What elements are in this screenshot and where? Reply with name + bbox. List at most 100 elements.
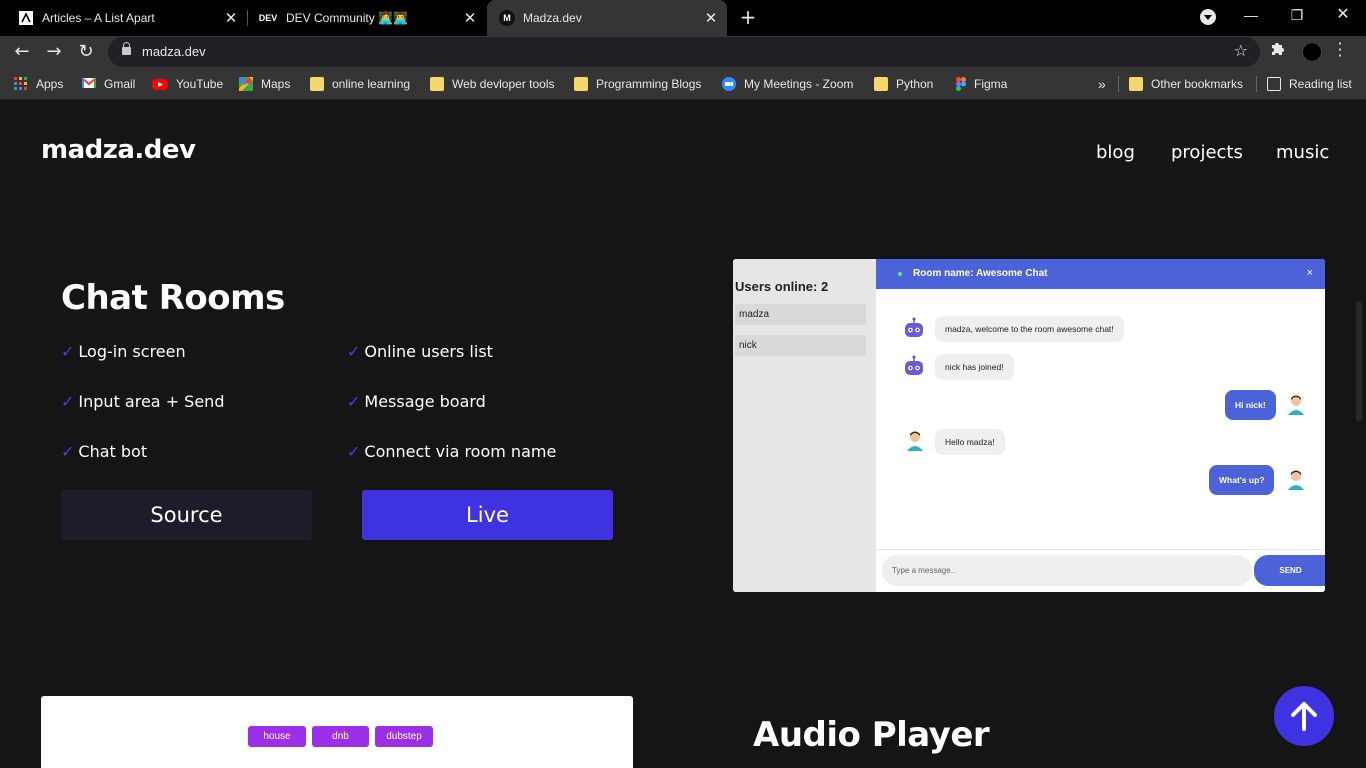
audio-player-preview[interactable]: house dnb dubstep — [41, 696, 633, 768]
feature-label: Connect via room name — [364, 442, 557, 461]
tab-dev-community[interactable]: DEV DEV Community 👩‍💻👨‍💻 ✕ — [248, 0, 486, 36]
nav-music[interactable]: music — [1276, 142, 1329, 163]
youtube-icon — [152, 78, 168, 90]
bookmark-python[interactable]: Python — [874, 68, 933, 100]
url-text[interactable]: madza.dev — [142, 44, 206, 59]
bookmark-zoom[interactable]: My Meetings - Zoom — [722, 68, 853, 100]
tab-madza-dev[interactable]: M Madza.dev ✕ — [487, 0, 727, 36]
user-avatar-icon — [1288, 470, 1304, 490]
bookmark-label: My Meetings - Zoom — [744, 77, 854, 91]
project-title: Audio Player — [753, 715, 990, 755]
bookmark-youtube[interactable]: YouTube — [152, 68, 223, 100]
nav-projects[interactable]: projects — [1171, 142, 1243, 163]
lock-icon[interactable] — [122, 42, 131, 55]
bot-avatar-icon — [905, 355, 923, 375]
tab-title: DEV Community 👩‍💻👨‍💻 — [286, 11, 408, 25]
bookmark-gmail[interactable]: Gmail — [81, 68, 135, 100]
reading-list-icon — [1267, 77, 1281, 91]
page-scrollbar[interactable] — [1356, 301, 1362, 421]
check-icon: ✓ — [61, 392, 75, 411]
scroll-to-top-button[interactable] — [1274, 686, 1334, 746]
bookmarks-bar: Apps Gmail YouTube Maps online learning … — [0, 68, 1366, 100]
chat-message-input: Type a message.. — [882, 555, 1252, 586]
minimize-button[interactable]: — — [1228, 0, 1274, 30]
bookmark-web-developer-tools[interactable]: Web devloper tools — [430, 68, 555, 100]
bookmark-online-learning[interactable]: online learning — [310, 68, 410, 100]
nav-blog[interactable]: blog — [1096, 142, 1135, 163]
bookmark-figma[interactable]: Figma — [956, 68, 1007, 100]
bookmark-label: Programming Blogs — [596, 77, 702, 91]
folder-icon — [430, 77, 444, 91]
bookmarks-overflow-button[interactable]: » — [1098, 68, 1106, 100]
chat-message: Hi nick! — [1225, 390, 1276, 420]
users-online-count: Users online: 2 — [735, 279, 829, 294]
close-tab-icon[interactable]: ✕ — [701, 9, 721, 27]
apps-grid-icon — [14, 77, 28, 91]
bookmark-programming-blogs[interactable]: Programming Blogs — [574, 68, 701, 100]
address-bar[interactable]: madza.dev ☆ — [108, 37, 1260, 67]
browser-tab-bar: Articles – A List Apart ✕ DEV DEV Commun… — [0, 0, 1366, 36]
restore-button[interactable]: ❐ — [1274, 0, 1320, 30]
user-avatar-icon — [1288, 395, 1304, 415]
new-tab-button[interactable]: + — [737, 5, 759, 29]
tab-search-icon[interactable] — [1200, 9, 1216, 25]
folder-icon — [874, 77, 888, 91]
chat-room-header: Room name: Awesome Chat × — [876, 259, 1325, 289]
bookmark-label: YouTube — [176, 77, 224, 91]
feature-label: Chat bot — [78, 442, 148, 461]
room-name: Room name: Awesome Chat — [913, 268, 1048, 279]
browser-toolbar: ← → ↻ madza.dev ☆ — [0, 36, 1366, 68]
reload-button[interactable]: ↻ — [73, 39, 99, 65]
zoom-icon — [722, 77, 736, 91]
user-avatar-icon — [907, 431, 923, 451]
a-list-apart-icon — [18, 10, 34, 26]
bookmark-star-icon[interactable]: ☆ — [1234, 41, 1248, 60]
genre-tag: house — [248, 726, 306, 747]
bookmark-apps[interactable]: Apps — [14, 68, 63, 100]
close-tab-icon[interactable]: ✕ — [221, 9, 241, 27]
arrow-up-icon — [1291, 702, 1317, 731]
back-button[interactable]: ← — [9, 39, 35, 65]
source-button[interactable]: Source — [61, 490, 312, 540]
user-row: nick — [735, 335, 866, 356]
forward-button[interactable]: → — [41, 39, 67, 65]
extensions-puzzle-icon[interactable] — [1270, 40, 1286, 60]
feature-label: Message board — [364, 392, 486, 411]
chat-send-button: SEND — [1254, 555, 1325, 586]
feature-item: ✓ Log-in screen — [61, 342, 186, 361]
browser-menu-icon[interactable]: · · · — [1336, 36, 1344, 64]
chat-message: nick has joined! — [935, 354, 1014, 380]
live-button[interactable]: Live — [362, 490, 613, 540]
check-icon: ✓ — [347, 342, 361, 361]
page-content: madza.dev blog projects music Chat Rooms… — [0, 101, 1366, 768]
bot-avatar-icon — [905, 317, 923, 337]
gmail-icon — [81, 77, 97, 91]
folder-icon — [1129, 77, 1143, 91]
feature-item: ✓ Input area + Send — [61, 392, 224, 411]
chat-message: Hello madza! — [935, 429, 1005, 455]
reading-list[interactable]: Reading list — [1267, 68, 1352, 100]
bookmark-maps[interactable]: Maps — [237, 68, 291, 100]
folder-icon — [574, 77, 588, 91]
close-window-button[interactable]: ✕ — [1320, 0, 1366, 30]
folder-icon — [310, 77, 324, 91]
user-row: madza — [735, 304, 866, 325]
figma-icon — [956, 77, 966, 91]
feature-item: ✓ Online users list — [347, 342, 493, 361]
bookmark-label: Reading list — [1289, 77, 1352, 91]
bookmarks-divider — [1118, 76, 1119, 92]
profile-avatar[interactable] — [1302, 42, 1322, 62]
tab-articles[interactable]: Articles – A List Apart ✕ — [0, 0, 247, 36]
other-bookmarks[interactable]: Other bookmarks — [1129, 68, 1243, 100]
close-tab-icon[interactable]: ✕ — [460, 9, 480, 27]
bookmark-label: Apps — [36, 77, 64, 91]
bookmark-label: Maps — [261, 77, 291, 91]
bookmark-label: Figma — [974, 77, 1008, 91]
check-icon: ✓ — [347, 392, 361, 411]
feature-label: Online users list — [364, 342, 493, 361]
bookmark-label: Other bookmarks — [1151, 77, 1244, 91]
site-logo[interactable]: madza.dev — [41, 135, 196, 165]
project-title: Chat Rooms — [61, 278, 285, 318]
chat-users-sidebar: Users online: 2 madza nick — [733, 259, 876, 592]
chat-rooms-preview[interactable]: Users online: 2 madza nick Room name: Aw… — [733, 259, 1325, 592]
